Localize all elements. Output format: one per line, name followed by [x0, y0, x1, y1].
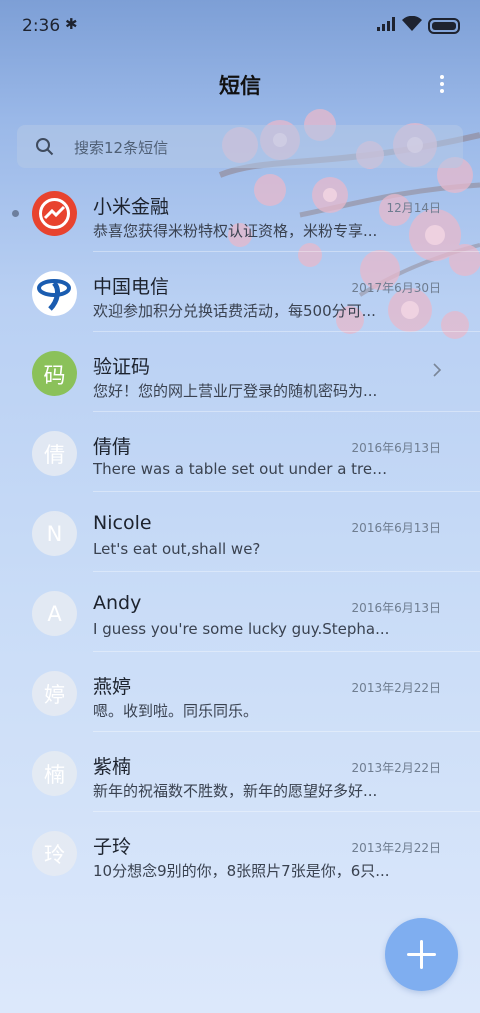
- contact-name: 验证码: [93, 356, 151, 378]
- contact-name: Nicole: [93, 512, 152, 534]
- status-bar: 2:36 ✱: [0, 0, 480, 52]
- bluetooth-icon: ✱: [65, 15, 78, 33]
- message-date: 2013年2月22日: [351, 681, 441, 695]
- conversation-item[interactable]: 楠 紫楠 新年的祝福数不胜数，新年的愿望好多好... 2013年2月22日: [0, 732, 480, 812]
- avatar: 楠: [32, 751, 77, 796]
- message-date: 2017年6月30日: [351, 281, 441, 295]
- conversation-item[interactable]: N Nicole Let's eat out,shall we? 2016年6月…: [0, 492, 480, 572]
- contact-name: 子玲: [93, 836, 132, 858]
- contact-name: 燕婷: [93, 676, 132, 698]
- avatar: N: [32, 511, 77, 556]
- more-options-icon[interactable]: [432, 72, 452, 96]
- message-snippet: There was a table set out under a tree i…: [93, 460, 393, 478]
- message-snippet: 10分想念9别的你，8张照片7张是你，6只...: [93, 862, 390, 880]
- mi-finance-logo-icon: [32, 191, 77, 236]
- message-date: 2016年6月13日: [351, 441, 441, 455]
- message-date: 2013年2月22日: [351, 841, 441, 855]
- conversation-list: 小米金融 恭喜您获得米粉特权认证资格，米粉专享... 12月14日 中国电信 欢…: [0, 172, 480, 892]
- message-date: 12月14日: [386, 201, 441, 215]
- message-snippet: 恭喜您获得米粉特权认证资格，米粉专享...: [93, 222, 378, 240]
- battery-icon: [428, 18, 460, 34]
- avatar: 倩: [32, 431, 77, 476]
- search-bar[interactable]: [17, 125, 463, 168]
- conversation-item[interactable]: 婷 燕婷 嗯。收到啦。同乐同乐。 2013年2月22日: [0, 652, 480, 732]
- conversation-item[interactable]: 小米金融 恭喜您获得米粉特权认证资格，米粉专享... 12月14日: [0, 172, 480, 252]
- china-telecom-logo-icon: [32, 271, 77, 316]
- new-message-button[interactable]: [385, 918, 458, 991]
- avatar: 婷: [32, 671, 77, 716]
- contact-name: 倩倩: [93, 436, 132, 458]
- message-date: 2013年2月22日: [351, 761, 441, 775]
- conversation-item[interactable]: 玲 子玲 10分想念9别的你，8张照片7张是你，6只... 2013年2月22日: [0, 812, 480, 892]
- message-snippet: 嗯。收到啦。同乐同乐。: [93, 702, 259, 720]
- message-snippet: I guess you're some lucky guy.Stepha...: [93, 620, 390, 638]
- message-date: 2016年6月13日: [351, 521, 441, 535]
- search-icon: [36, 138, 54, 156]
- message-snippet: 您好！您的网上营业厅登录的随机密码为...: [93, 382, 378, 400]
- signal-icon: [377, 17, 395, 31]
- message-snippet: Let's eat out,shall we?: [93, 540, 261, 558]
- status-time: 2:36: [22, 16, 61, 36]
- wifi-icon: [402, 16, 422, 31]
- message-snippet: 新年的祝福数不胜数，新年的愿望好多好...: [93, 782, 378, 800]
- contact-name: 紫楠: [93, 756, 132, 778]
- search-input[interactable]: [72, 133, 446, 162]
- contact-name: Andy: [93, 592, 142, 614]
- avatar: A: [32, 591, 77, 636]
- message-date: 2016年6月13日: [351, 601, 441, 615]
- contact-name: 小米金融: [93, 196, 170, 218]
- contact-name: 中国电信: [93, 276, 170, 298]
- chevron-right-icon: [433, 363, 442, 377]
- page-title: 短信: [219, 74, 261, 98]
- conversation-item[interactable]: 倩 倩倩 There was a table set out under a t…: [0, 412, 480, 492]
- conversation-item[interactable]: A Andy I guess you're some lucky guy.Ste…: [0, 572, 480, 652]
- avatar: 码: [32, 351, 77, 396]
- unread-dot: [12, 210, 19, 217]
- avatar: 玲: [32, 831, 77, 876]
- conversation-item[interactable]: 中国电信 欢迎参加积分兑换话费活动，每500分可... 2017年6月30日: [0, 252, 480, 332]
- conversation-item[interactable]: 码 验证码 您好！您的网上营业厅登录的随机密码为...: [0, 332, 480, 412]
- message-snippet: 欢迎参加积分兑换话费活动，每500分可...: [93, 302, 376, 320]
